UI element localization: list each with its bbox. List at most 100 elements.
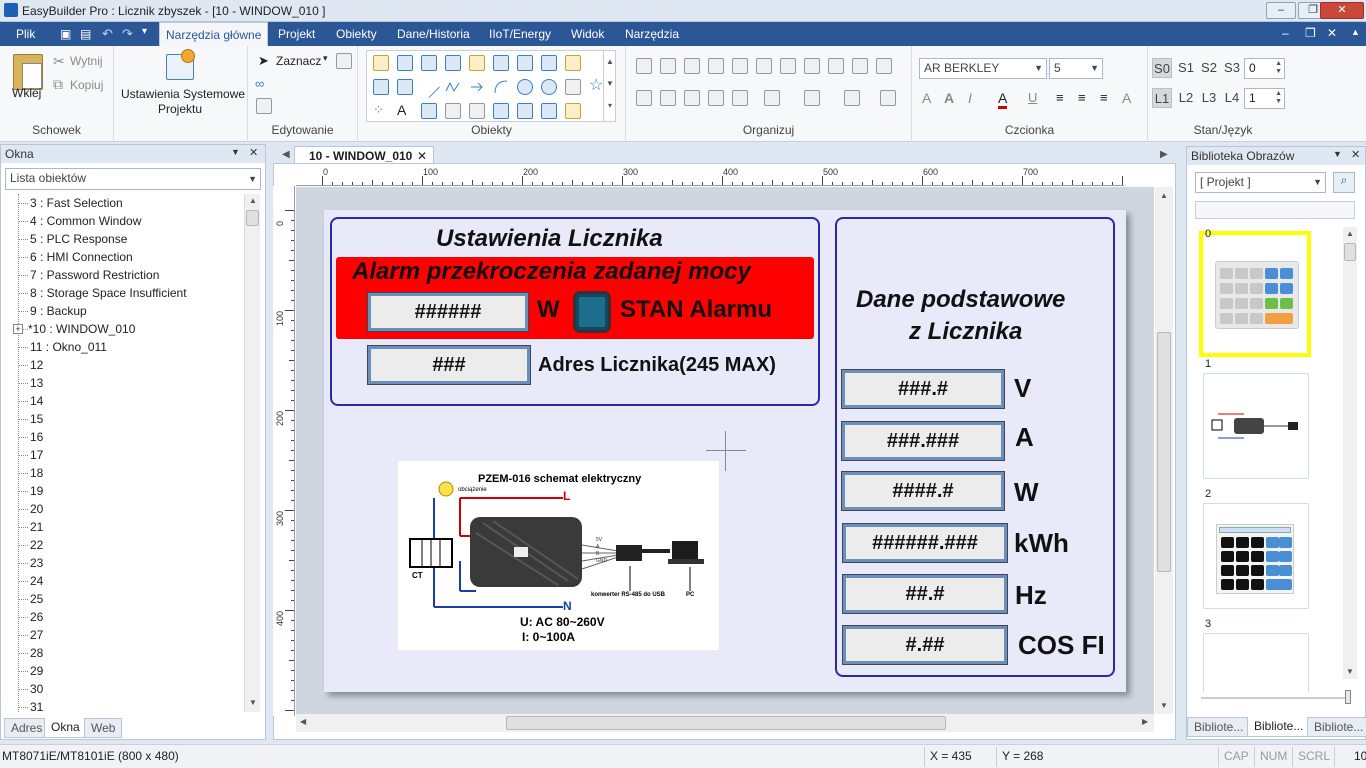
font-family-select[interactable]: AR BERKLEY ▼ — [919, 58, 1047, 79]
panel-close-icon[interactable]: ✕ — [249, 146, 258, 159]
frame-icon[interactable] — [445, 103, 461, 119]
tab-okna[interactable]: Okna — [44, 718, 87, 738]
polyline-icon[interactable] — [445, 79, 461, 95]
library-menu-icon[interactable]: ▼ — [1333, 149, 1342, 159]
mirror-icon[interactable] — [844, 90, 860, 106]
flip-icon[interactable] — [804, 90, 820, 106]
pin-icon[interactable] — [876, 58, 892, 74]
grow-font-icon[interactable]: A — [922, 90, 931, 106]
font-size-select[interactable]: 5 ▼ — [1049, 58, 1103, 79]
tab-scroll-left-icon[interactable]: ◀ — [282, 149, 290, 160]
copy-button[interactable]: Kopiuj — [70, 78, 103, 92]
distribute-v-icon[interactable] — [804, 58, 820, 74]
alarm-state-lamp[interactable] — [573, 291, 611, 333]
window-icon[interactable] — [493, 103, 509, 119]
layer-icon[interactable] — [764, 90, 780, 106]
select-dropdown-icon[interactable]: ▾ — [323, 53, 328, 64]
tree-item[interactable]: 25 — [30, 590, 43, 608]
bit-switch-icon[interactable] — [397, 55, 413, 71]
picture-icon[interactable] — [421, 103, 437, 119]
library-search-icon[interactable]: ⌕ — [1333, 172, 1355, 193]
align-bottom-icon[interactable] — [756, 58, 772, 74]
undo-icon[interactable]: ↶ — [102, 26, 113, 42]
minimize-button[interactable]: – — [1266, 2, 1296, 19]
tag-alt-icon[interactable] — [565, 103, 581, 119]
tab-widok[interactable]: Widok — [565, 22, 610, 46]
table-icon[interactable] — [517, 55, 533, 71]
tree-item[interactable]: 21 — [30, 518, 43, 536]
tree-item[interactable]: 9 : Backup — [30, 302, 87, 320]
align-top-icon[interactable] — [708, 58, 724, 74]
same-width-icon[interactable] — [636, 90, 652, 106]
align-text-center-icon[interactable]: ≡ — [1078, 90, 1086, 105]
library-item-0[interactable] — [1199, 231, 1311, 357]
power-factor-display[interactable]: #.## — [842, 625, 1008, 665]
alarm-icon[interactable] — [565, 55, 581, 71]
scale-icon[interactable] — [517, 103, 533, 119]
tree-item[interactable]: 29 — [30, 662, 43, 680]
tree-expand-icon[interactable]: + — [13, 324, 23, 334]
library-zoom-slider[interactable] — [1201, 690, 1351, 704]
pie-icon[interactable] — [541, 79, 557, 95]
align-text-right-icon[interactable]: ≡ — [1100, 90, 1108, 105]
align-left-icon[interactable] — [636, 58, 652, 74]
same-size-icon[interactable] — [828, 58, 844, 74]
lang-l4[interactable]: L4 — [1222, 88, 1242, 108]
state-s2[interactable]: S2 — [1199, 58, 1219, 78]
library-item-3[interactable] — [1203, 633, 1309, 693]
lang-l3[interactable]: L3 — [1199, 88, 1219, 108]
tree-item[interactable]: 23 — [30, 554, 43, 572]
lock-icon[interactable] — [880, 90, 896, 106]
tree-item[interactable]: 12 — [30, 356, 43, 374]
line-icon[interactable] — [417, 75, 441, 99]
redo-icon[interactable]: ↷ — [122, 26, 133, 42]
function-key-icon[interactable] — [493, 55, 509, 71]
tag-icon[interactable] — [469, 55, 485, 71]
align-center-icon[interactable] — [660, 58, 676, 74]
tree-item[interactable]: 11 : Okno_011 — [30, 338, 107, 356]
rotate-icon[interactable] — [732, 90, 748, 106]
send-back-icon[interactable] — [708, 90, 724, 106]
close-button[interactable]: ✕ — [1320, 2, 1364, 19]
chart-icon[interactable] — [541, 55, 557, 71]
word-lamp-icon[interactable] — [421, 55, 437, 71]
library-filter-input[interactable] — [1195, 201, 1355, 219]
tree-item[interactable]: 20 — [30, 500, 43, 518]
rectangle-icon[interactable] — [565, 79, 581, 95]
align-text-left-icon[interactable]: ≡ — [1056, 90, 1064, 105]
tab-narzedzia-glowne[interactable]: Narzędzia główne — [159, 22, 269, 46]
tab-projekt[interactable]: Projekt — [272, 22, 321, 46]
lang-l1[interactable]: L1 — [1152, 88, 1172, 108]
library-item-2[interactable] — [1203, 503, 1309, 609]
numeric-input-icon[interactable] — [373, 79, 389, 95]
tree-item[interactable]: 13 — [30, 374, 43, 392]
energy-display[interactable]: ######.### — [842, 523, 1008, 563]
tree-item[interactable]: 30 — [30, 680, 43, 698]
tree-item[interactable]: 4 : Common Window — [30, 212, 141, 230]
same-height-icon[interactable] — [660, 90, 676, 106]
state-s1[interactable]: S1 — [1176, 58, 1196, 78]
wiring-diagram[interactable]: PZEM-016 schemat elektryczny obciążenie … — [398, 461, 719, 650]
doc-close-icon[interactable]: ✕ — [1327, 26, 1337, 40]
tab-iiot-energy[interactable]: IIoT/Energy — [483, 22, 557, 46]
tab-web[interactable]: Web — [84, 718, 123, 738]
tree-item[interactable]: 26 — [30, 608, 43, 626]
tab-obiekty[interactable]: Obiekty — [330, 22, 383, 46]
alarm-setpoint-display[interactable]: ###### — [367, 292, 529, 332]
select-button[interactable]: Zaznacz — [276, 54, 321, 68]
quick-access-icon[interactable]: ▾ — [142, 26, 147, 37]
group-icon[interactable] — [852, 58, 868, 74]
circle-icon[interactable] — [517, 79, 533, 95]
meter-address-display[interactable]: ### — [367, 345, 531, 385]
tree-item[interactable]: 5 : PLC Response — [30, 230, 127, 248]
align-middle-icon[interactable] — [732, 58, 748, 74]
doc-minimize-icon[interactable]: – — [1282, 26, 1289, 40]
counter-icon[interactable] — [541, 103, 557, 119]
underline-icon[interactable]: U — [1028, 90, 1037, 105]
group-system[interactable]: Ustawienia Systemowe Projektu — [114, 46, 248, 142]
tree-item[interactable]: 31 — [30, 698, 43, 712]
save-icon[interactable]: ▣ — [60, 27, 71, 41]
arrow-icon[interactable] — [469, 79, 485, 95]
state-s0[interactable]: S0 — [1152, 58, 1172, 78]
library-tab-3[interactable]: Bibliote... — [1307, 717, 1366, 737]
